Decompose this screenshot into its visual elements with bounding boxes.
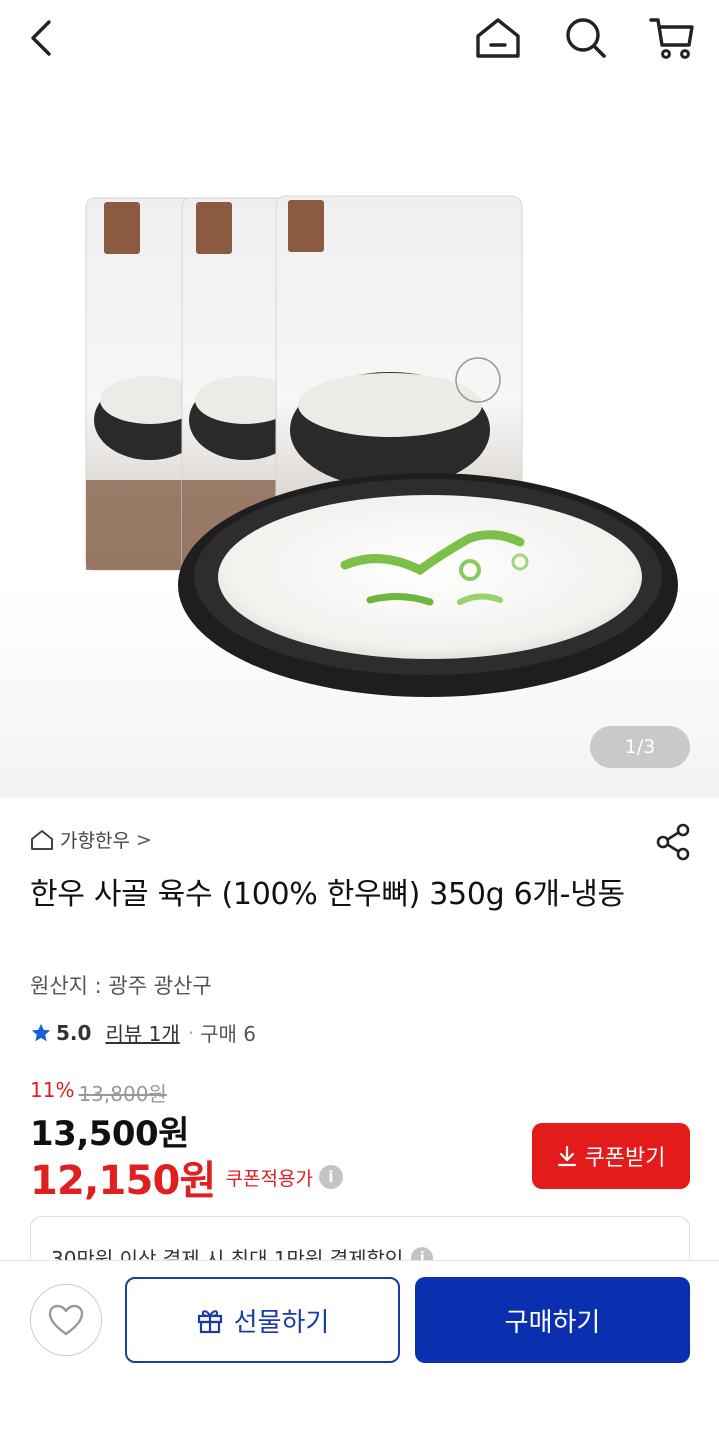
share-button[interactable]	[654, 822, 694, 862]
back-button[interactable]	[16, 12, 68, 64]
wishlist-button[interactable]	[30, 1284, 102, 1356]
star-icon	[31, 1023, 51, 1041]
rating-score: 5.0	[56, 1020, 92, 1045]
gift-icon	[197, 1310, 222, 1334]
home-button[interactable]	[472, 12, 524, 64]
gift-button[interactable]: 선물하기	[125, 1277, 400, 1363]
top-navigation-bar	[0, 0, 719, 80]
image-pager-indicator: 1/3	[590, 726, 690, 768]
home-icon	[476, 18, 520, 58]
chevron-right-icon: >	[135, 828, 152, 851]
buy-label: 구매하기	[504, 1307, 601, 1338]
product-photo	[85, 195, 678, 697]
info-icon[interactable]: i	[318, 1165, 343, 1189]
product-info-section: 가향한우 > 한우 사골 육수 (100% 한우뼈) 350g 6개-냉동 원산…	[0, 798, 719, 1296]
home-icon	[31, 829, 53, 850]
product-image-carousel[interactable]	[0, 80, 719, 798]
cart-button[interactable]	[646, 12, 698, 64]
get-coupon-label: 쿠폰받기	[584, 1146, 666, 1171]
shop-link[interactable]: 가향한우 >	[30, 826, 152, 853]
coupon-price: 12,150원	[30, 1158, 216, 1204]
download-icon	[557, 1145, 576, 1167]
rating-row: 5.0 리뷰 1개 · 구매 6	[30, 1018, 256, 1047]
product-title: 한우 사골 육수 (100% 한우뼈) 350g 6개-냉동	[30, 877, 625, 912]
original-price: 13,800원	[78, 1082, 167, 1106]
gift-label: 선물하기	[233, 1307, 330, 1338]
coupon-price-row: 12,150원 쿠폰적용가 i	[30, 1148, 343, 1206]
cart-icon	[649, 18, 694, 59]
bottom-action-bar: 선물하기 구매하기	[0, 1260, 719, 1440]
heart-icon	[48, 1304, 84, 1336]
buy-button[interactable]: 구매하기	[415, 1277, 690, 1363]
coupon-price-label: 쿠폰적용가	[225, 1167, 313, 1190]
soup-bowl	[178, 473, 678, 697]
search-button[interactable]	[560, 12, 612, 64]
origin-text: 원산지 : 광주 광산구	[30, 974, 212, 998]
discount-row: 11% 13,800원	[30, 1078, 167, 1107]
separator-dot: ·	[187, 1020, 195, 1045]
search-icon	[566, 18, 606, 58]
shop-name: 가향한우	[60, 830, 130, 852]
discount-percent: 11%	[30, 1078, 75, 1102]
back-chevron-icon	[31, 20, 51, 56]
share-icon	[656, 823, 690, 861]
review-link[interactable]: 리뷰 1개	[105, 1018, 179, 1047]
purchase-count: 구매 6	[200, 1022, 256, 1046]
get-coupon-button[interactable]: 쿠폰받기	[532, 1123, 690, 1189]
